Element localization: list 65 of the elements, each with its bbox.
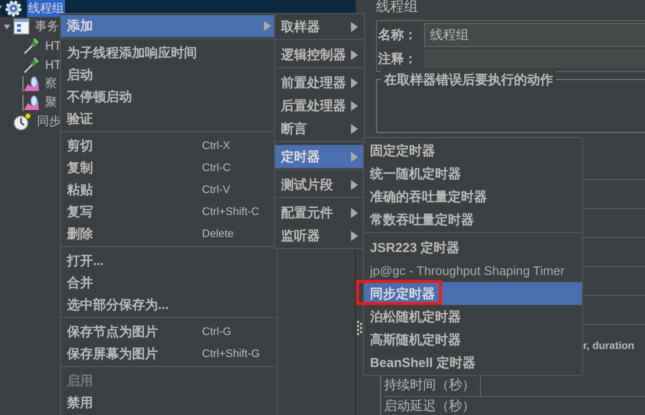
menu-item[interactable]: 粘贴 Ctrl-V: [61, 179, 277, 201]
menu-item[interactable]: 前置处理器: [275, 71, 364, 94]
pipette-icon: [22, 56, 40, 74]
menu-item[interactable]: 禁用: [61, 392, 277, 414]
menu-item[interactable]: 监听器: [275, 224, 364, 247]
menu-item[interactable]: 不停顿启动: [61, 86, 277, 108]
menu-item[interactable]: 复写 Ctrl+Shift-C: [61, 201, 277, 223]
field-label: 注释：: [378, 50, 418, 68]
name-field[interactable]: 线程组: [424, 23, 645, 47]
tree-item[interactable]: 聚: [45, 94, 57, 111]
menu-item[interactable]: 后置处理器: [275, 94, 364, 117]
menu-item[interactable]: 删除 Delete: [61, 223, 277, 245]
stopwatch-icon: [13, 112, 32, 130]
menu-item[interactable]: 合并: [61, 272, 277, 294]
menu-item[interactable]: 逻辑控制器: [275, 43, 364, 66]
shortcut-label: Ctrl-X: [202, 140, 230, 152]
tree-item[interactable]: 察: [45, 75, 57, 92]
menu-item[interactable]: 准确的吞吐量定时器: [364, 185, 582, 208]
menu-item[interactable]: 断言: [275, 117, 364, 140]
menu-item[interactable]: 配置元件: [275, 201, 364, 224]
shortcut-label: Ctrl-C: [202, 162, 231, 174]
group-title: 在取样器错误后要执行的动作: [381, 71, 556, 89]
menu-item[interactable]: 启动: [61, 64, 277, 86]
menu-item[interactable]: 固定定时器: [364, 139, 582, 162]
menu-item[interactable]: 验证: [61, 108, 277, 130]
menu-item[interactable]: 复制 Ctrl-C: [61, 157, 277, 179]
pipette-icon: [22, 36, 40, 54]
menu-item[interactable]: JSR223 定时器: [364, 236, 582, 259]
menu-item[interactable]: 泊松随机定时器: [364, 305, 582, 328]
tree-item[interactable]: 同步: [37, 113, 61, 130]
menu-item[interactable]: 保存节点为图片 Ctrl-G: [61, 321, 277, 343]
menu-item[interactable]: BeanShell 定时器: [364, 351, 582, 374]
gear-icon: [5, 0, 22, 17]
collapse-triangle-icon[interactable]: [3, 22, 11, 30]
shortcut-label: Ctrl+Shift-C: [202, 206, 260, 218]
menu-item[interactable]: 同步定时器: [364, 282, 582, 305]
shortcut-label: Delete: [202, 228, 234, 240]
menu-item[interactable]: 统一随机定时器: [364, 162, 582, 185]
field-label: 名称：: [378, 27, 418, 44]
field-label: 启动延迟（秒）: [384, 398, 476, 415]
menu-item[interactable]: 高斯随机定时器: [364, 328, 582, 351]
menu-item[interactable]: 取样器: [275, 15, 364, 38]
shortcut-label: Ctrl-G: [202, 326, 232, 338]
menu-item[interactable]: 添加: [61, 15, 277, 37]
menu-item[interactable]: 定时器: [275, 145, 364, 168]
menu-item[interactable]: jp@gc - Throughput Shaping Timer: [364, 259, 582, 282]
menu-item[interactable]: 常数吞吐量定时器: [364, 208, 582, 231]
menu-item[interactable]: 选中部分保存为...: [61, 294, 277, 316]
shortcut-label: Ctrl-V: [202, 184, 230, 196]
menu-item[interactable]: 打开...: [61, 250, 277, 272]
menu-item[interactable]: 为子线程添加响应时间: [61, 42, 277, 64]
document-icon: [13, 18, 30, 35]
menu-item[interactable]: 保存屏幕为图片 Ctrl+Shift-G: [61, 343, 277, 365]
tree-item[interactable]: HT: [45, 58, 62, 72]
tree-item[interactable]: 事务: [35, 18, 59, 35]
shortcut-label: Ctrl+Shift-G: [202, 348, 260, 360]
menu-item[interactable]: 剪切 Ctrl-X: [61, 135, 277, 157]
chart-icon: [22, 74, 40, 92]
tree-item[interactable]: HT: [45, 38, 62, 52]
menu-item[interactable]: 测试片段: [275, 173, 364, 196]
chart-icon: [22, 94, 40, 112]
splitter-handle-icon[interactable]: [357, 320, 362, 334]
field-label: 持续时间（秒）: [384, 377, 476, 394]
tree-item[interactable]: 线程组: [27, 0, 65, 17]
option-label: r, duration: [583, 340, 634, 352]
